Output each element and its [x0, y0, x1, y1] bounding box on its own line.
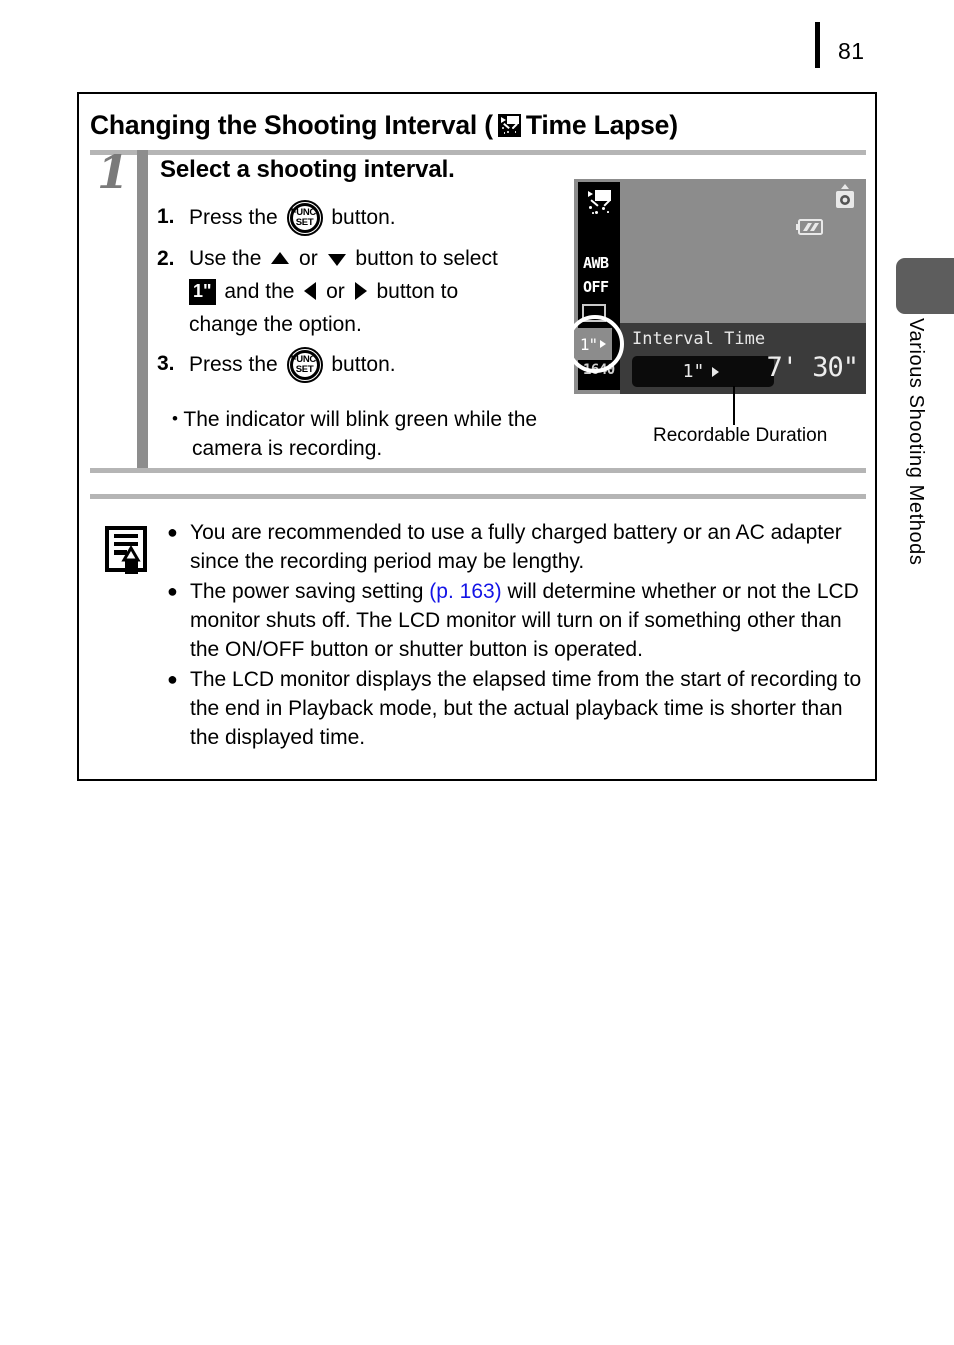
step-item-1: 1. Press the FUNC. SET button.: [157, 200, 577, 236]
arrow-right-icon: [354, 282, 367, 300]
lcd-panel-label: Interval Time: [632, 329, 766, 349]
step-2-text-select: button to select: [349, 247, 498, 270]
memo-pencil-icon: [105, 526, 147, 574]
step-item-1-body: Press the FUNC. SET button.: [189, 200, 577, 236]
step-item-3: 3. Press the FUNC. SET button.: [157, 347, 577, 383]
content-frame: Changing the Shooting Interval ( Time La…: [77, 92, 877, 781]
lcd-highlight-ring: [566, 315, 624, 373]
step-note-bullet: • The indicator will blink green while t…: [172, 404, 592, 463]
side-tab-label: Various Shooting Methods: [905, 318, 927, 566]
lcd-interval-value: 1": [682, 361, 705, 382]
lcd-info-panel: Interval Time 1" 7' 30": [620, 323, 866, 394]
func-set-button-icon: FUNC. SET: [286, 347, 323, 383]
bullet-dot-icon: ●: [167, 522, 178, 542]
step-2-text-change: button to: [370, 280, 459, 303]
step-2-text-option: change the option.: [189, 313, 362, 336]
step-item-1-index: 1.: [157, 205, 175, 228]
page-number: 81: [838, 38, 865, 64]
note-section-divider: [90, 494, 866, 499]
callout-leader-line: [733, 386, 735, 425]
interval-value-tile: 1": [189, 279, 216, 305]
note-item-2: ● The power saving setting (p. 163) will…: [166, 577, 866, 664]
battery-icon: [796, 219, 823, 235]
step-item-2-body: Use the or button to select 1" and the o…: [189, 242, 577, 341]
arrow-down-icon: [327, 254, 346, 266]
func-set-bottom-label: SET: [295, 217, 314, 228]
bullet-dot-icon: •: [172, 409, 178, 428]
step-2-text-or-1: or: [293, 247, 324, 270]
step-item-2-index: 2.: [157, 247, 175, 270]
step-list: 1. Press the FUNC. SET button. 2. Use the…: [157, 200, 577, 389]
page-header-rule: [815, 22, 820, 68]
page-reference-link[interactable]: (p. 163): [429, 580, 501, 603]
title-divider: [90, 150, 866, 155]
step-2-text-or-2: or: [320, 280, 351, 303]
func-set-button-icon: FUNC. SET: [286, 200, 323, 236]
func-set-bottom-label: SET: [295, 364, 314, 375]
section-title-suffix: Time Lapse): [525, 110, 678, 140]
camera-shutter-icon: [836, 184, 854, 208]
note-item-3-text: The LCD monitor displays the elapsed tim…: [190, 668, 862, 749]
lcd-recordable-duration: 7' 30": [766, 352, 859, 383]
step-item-3-body: Press the FUNC. SET button.: [189, 347, 577, 383]
section-title: Changing the Shooting Interval ( Time La…: [90, 110, 678, 141]
time-lapse-icon: [584, 187, 614, 217]
step-note-bullet-text: The indicator will blink green while the…: [183, 408, 538, 460]
step-3-text-press: Press the: [189, 353, 284, 376]
step-item-2: 2. Use the or button to select 1" and th…: [157, 242, 577, 341]
side-tab-marker: [896, 258, 954, 314]
bullet-dot-icon: ●: [167, 581, 178, 601]
step-2-text-use: Use the: [189, 247, 268, 270]
note-list: ● You are recommended to use a fully cha…: [166, 518, 866, 753]
lcd-time-lapse-icon: [584, 187, 614, 222]
arrow-left-icon: [304, 282, 317, 300]
step-heading: Select a shooting interval.: [160, 156, 455, 183]
step-accent-bar: [137, 150, 148, 472]
step-section-divider: [90, 468, 866, 473]
page-header: 81: [815, 22, 935, 68]
time-lapse-icon: [497, 114, 521, 137]
note-item-2-text-before-link: The power saving setting: [190, 580, 430, 603]
step-item-3-index: 3.: [157, 352, 175, 375]
lcd-white-balance-label: AWB: [583, 254, 609, 272]
callout-label: Recordable Duration: [653, 425, 828, 446]
section-title-prefix: Changing the Shooting Interval (: [90, 110, 493, 140]
step-3-text-button: button.: [325, 353, 396, 376]
note-item-1: ● You are recommended to use a fully cha…: [166, 518, 866, 576]
step-number: 1: [96, 145, 129, 199]
step-1-text-button: button.: [325, 206, 396, 229]
bullet-dot-icon: ●: [167, 669, 178, 689]
note-item-1-text: You are recommended to use a fully charg…: [190, 521, 842, 573]
lcd-flash-off-label: OFF: [583, 278, 609, 296]
arrow-up-icon: [271, 252, 290, 264]
step-2-text-and: and the: [218, 280, 301, 303]
note-item-3: ● The LCD monitor displays the elapsed t…: [166, 665, 866, 752]
chevron-right-icon: [712, 366, 720, 377]
lcd-interval-value-box[interactable]: 1": [632, 356, 774, 387]
step-1-text-press: Press the: [189, 206, 284, 229]
